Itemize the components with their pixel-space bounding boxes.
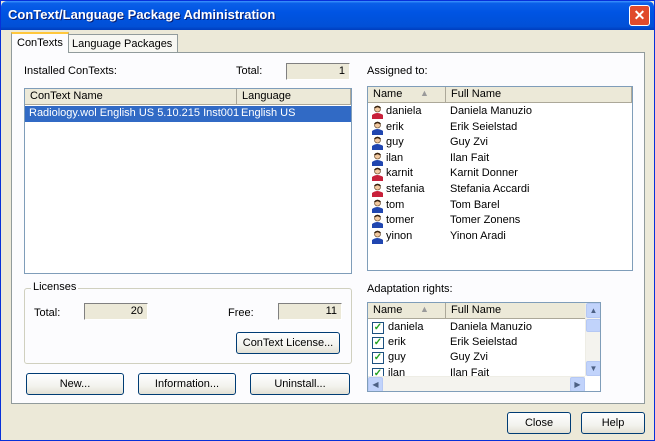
sort-arrow-icon: ▲ <box>420 88 429 98</box>
assigned-user-row[interactable]: tom Tom Barel <box>368 198 632 214</box>
user-full-name-cell: Karnit Donner <box>450 167 518 180</box>
adaptation-user-row[interactable]: ✓ daniela Daniela Manuzio <box>368 320 584 336</box>
installed-total-field: 1 <box>286 63 350 80</box>
adaptation-rights-label: Adaptation rights: <box>367 283 453 295</box>
adaptation-column-header-name[interactable]: Name ▲ <box>368 303 446 319</box>
user-full-name-cell: Tom Barel <box>450 198 500 211</box>
adaptation-horizontal-scrollbar[interactable]: ◀ ▶ <box>368 376 585 391</box>
column-header-language[interactable]: Language <box>237 89 351 105</box>
licenses-total-field: 20 <box>84 303 148 320</box>
close-icon[interactable]: ✕ <box>629 5 650 26</box>
scroll-left-icon[interactable]: ◀ <box>368 377 383 391</box>
user-name-cell: tomer <box>386 214 415 227</box>
user-name-cell: erik <box>386 120 404 133</box>
context-license-button[interactable]: ConText License... <box>236 332 340 354</box>
licenses-free-field: 11 <box>278 303 342 320</box>
context-language-cell: English US <box>241 107 296 119</box>
uninstall-button[interactable]: Uninstall... <box>250 373 350 395</box>
column-header-name[interactable]: Name ▲ <box>368 87 446 103</box>
user-full-name-cell: Tomer Zonens <box>450 214 521 227</box>
user-name-cell: stefania <box>386 183 425 195</box>
licenses-total-label: Total: <box>34 307 61 319</box>
user-full-name-cell: Guy Zvi <box>450 136 488 149</box>
user-name-cell: daniela <box>386 105 422 117</box>
adaptation-column-header-full-name[interactable]: Full Name <box>446 303 586 319</box>
information-button[interactable]: Information... <box>138 373 236 395</box>
tab-contexts[interactable]: ConTexts <box>11 32 69 53</box>
assigned-user-row[interactable]: tomer Tomer Zonens <box>368 213 632 229</box>
assigned-user-row[interactable]: yinon Yinon Aradi <box>368 229 632 245</box>
sort-arrow-icon: ▲ <box>420 304 429 314</box>
user-full-name-cell: Guy Zvi <box>450 351 488 364</box>
new-button[interactable]: New... <box>26 373 124 395</box>
licenses-group-title: Licenses <box>31 281 79 293</box>
column-header-context-name[interactable]: ConText Name <box>25 89 237 105</box>
scroll-up-icon[interactable]: ▲ <box>586 303 600 318</box>
checkbox-icon[interactable]: ✓ <box>372 337 384 350</box>
user-icon <box>372 136 383 151</box>
user-icon <box>372 199 383 213</box>
context-row[interactable]: Radiology.wol English US 5.10.215 Inst00… <box>25 106 351 122</box>
user-icon <box>372 105 383 119</box>
installed-total-label: Total: <box>236 65 263 77</box>
tab-language-packages[interactable]: Language Packages <box>66 34 179 53</box>
adaptation-rights-list[interactable]: Name ▲ Full Name ✓ daniela Daniela Manuzio ✓… <box>367 302 601 392</box>
assigned-users-list[interactable]: Name ▲ Full Name daniela Daniela Manuzio er… <box>367 86 633 271</box>
assigned-to-label: Assigned to: <box>367 65 428 77</box>
user-icon <box>372 121 383 135</box>
assigned-user-row[interactable]: karnit Karnit Donner <box>368 166 632 182</box>
user-name-cell: daniela <box>388 321 424 333</box>
adaptation-vertical-scrollbar[interactable]: ▲ ▼ <box>585 303 600 376</box>
title-bar[interactable]: ConText/Language Package Administration … <box>1 1 654 30</box>
user-full-name-cell: Erik Seielstad <box>450 120 518 133</box>
assigned-user-row[interactable]: ilan Ilan Fait <box>368 151 632 167</box>
assigned-user-row[interactable]: guy Guy Zvi <box>368 135 632 151</box>
scroll-down-icon[interactable]: ▼ <box>586 361 600 376</box>
adaptation-user-row[interactable]: ✓ erik Erik Seielstad <box>368 335 584 351</box>
user-icon <box>372 152 383 166</box>
checkbox-icon[interactable]: ✓ <box>372 322 384 334</box>
dialog-window: ConText/Language Package Administration … <box>0 0 655 441</box>
window-title: ConText/Language Package Administration <box>8 7 276 22</box>
adaptation-user-row[interactable]: ✓ guy Guy Zvi <box>368 350 584 366</box>
user-icon <box>372 183 383 197</box>
user-name-cell: guy <box>388 351 406 364</box>
user-full-name-cell: Daniela Manuzio <box>450 105 532 117</box>
licenses-free-label: Free: <box>228 307 254 319</box>
assigned-user-row[interactable]: erik Erik Seielstad <box>368 120 632 136</box>
user-full-name-cell: Stefania Accardi <box>450 183 530 195</box>
scroll-thumb[interactable] <box>586 319 600 332</box>
scroll-right-icon[interactable]: ▶ <box>570 377 585 391</box>
user-full-name-cell: Erik Seielstad <box>450 336 518 349</box>
user-name-cell: karnit <box>386 167 413 180</box>
user-icon <box>372 214 383 229</box>
assigned-user-row[interactable]: stefania Stefania Accardi <box>368 182 632 198</box>
column-header-full-name[interactable]: Full Name <box>446 87 632 103</box>
user-name-cell: yinon <box>386 229 413 242</box>
user-name-cell: erik <box>388 336 406 349</box>
assigned-user-row[interactable]: daniela Daniela Manuzio <box>368 104 632 120</box>
tab-panel-contexts: Installed ConTexts: Total: 1 ConText Nam… <box>11 52 645 404</box>
user-full-name-cell: Ilan Fait <box>450 151 490 164</box>
close-button[interactable]: Close <box>507 412 571 434</box>
user-full-name-cell: Yinon Aradi <box>450 229 506 242</box>
user-icon <box>372 230 383 244</box>
user-name-cell: guy <box>386 136 404 149</box>
user-name-cell: ilan <box>386 151 404 164</box>
user-name-cell: tom <box>386 198 405 211</box>
context-name-cell: Radiology.wol English US 5.10.215 Inst00… <box>29 107 240 119</box>
installed-contexts-list[interactable]: ConText Name Language Radiology.wol Engl… <box>24 88 352 274</box>
help-button[interactable]: Help <box>581 412 645 434</box>
installed-contexts-label: Installed ConTexts: <box>24 65 117 77</box>
user-icon <box>372 168 383 182</box>
user-full-name-cell: Daniela Manuzio <box>450 321 532 333</box>
checkbox-icon[interactable]: ✓ <box>372 352 384 365</box>
